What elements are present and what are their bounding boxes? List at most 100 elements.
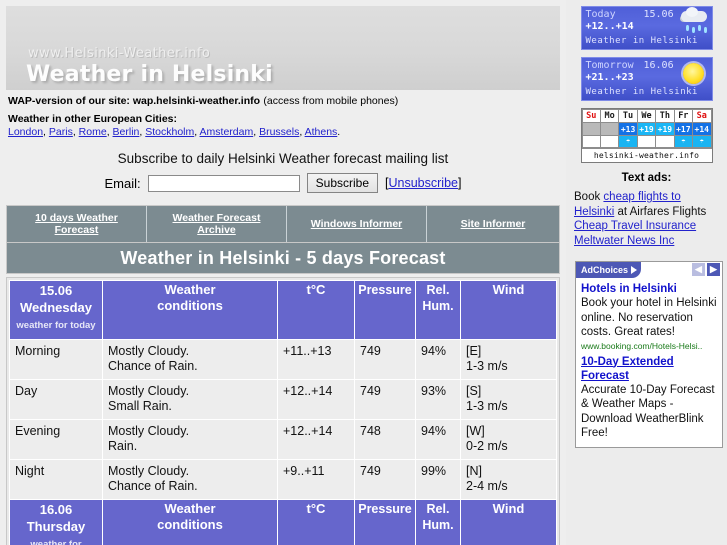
nav-tab-10-days-forecast[interactable]: 10 days Weather Forecast (7, 206, 147, 242)
row-temperature: +12..+14 (277, 419, 355, 460)
text-ad-link-meltwater[interactable]: Meltwater News Inc (574, 235, 674, 247)
city-links: London, Paris, Rome, Berlin, Stockholm, … (8, 126, 341, 138)
day-header-row: 16.06 Thursday weather for Weather condi… (9, 499, 557, 545)
row-period: Evening (9, 419, 103, 460)
col-conditions-line1: Weather (164, 282, 216, 297)
nav-tab-forecast-archive[interactable]: Weather Forecast Archive (147, 206, 287, 242)
informer-tomorrow[interactable]: Tomorrow 16.06 +21..+23 Weather in Helsi… (580, 57, 713, 101)
nav-tab-label[interactable]: Windows Informer (311, 218, 403, 230)
wap-label: WAP-version of our site: wap.helsinki-we… (8, 95, 261, 107)
ad-next-button[interactable]: ▶ (707, 263, 720, 276)
row-wind: [S] 1-3 m/s (460, 379, 557, 420)
nav-tab-site-informer[interactable]: Site Informer (427, 206, 559, 242)
day-weekday: Wednesday (19, 300, 92, 315)
wind-speed: 0-2 m/s (466, 439, 508, 453)
row-humidity: 99% (415, 459, 461, 500)
wind-direction: [N] (466, 464, 482, 478)
email-label: Email: (104, 175, 141, 191)
ad-title-forecast[interactable]: 10-Day Extended Forecast (581, 355, 717, 383)
table-row: Day Mostly Cloudy. Small Rain. +12..+14 … (9, 379, 557, 420)
rain-icon: ☂ (673, 135, 694, 148)
cond-line1: Mostly Cloudy. (108, 384, 190, 398)
col-hum-line1: Rel. (426, 283, 450, 297)
wap-note: (access from mobile phones) (263, 95, 399, 107)
site-banner: www.Helsinki-Weather.info Weather in Hel… (6, 6, 560, 90)
city-link-london[interactable]: London (8, 126, 43, 138)
informer-today[interactable]: Today 15.06 +12..+14 Weather in Helsinki (580, 6, 713, 50)
row-period: Day (9, 379, 103, 420)
col-header-pressure: Pressure (354, 499, 416, 545)
subscribe-button[interactable]: Subscribe (306, 173, 379, 193)
wind-speed: 2-4 m/s (466, 479, 508, 493)
ad-box: AdChoices ◀ ▶ Hotels in Helsinki Book yo… (575, 261, 723, 448)
day-date: 16.06 (39, 502, 73, 517)
row-wind: [E] 1-3 m/s (460, 339, 557, 380)
nav-bar: 10 days Weather Forecast Weather Forecas… (6, 205, 560, 243)
row-conditions: Mostly Cloudy. Small Rain. (102, 379, 278, 420)
row-humidity: 94% (415, 419, 461, 460)
wind-speed: 1-3 m/s (466, 359, 508, 373)
col-header-conditions: Weather conditions (102, 280, 278, 340)
cond-line2: Small Rain. (108, 399, 172, 413)
day-note: weather for today (16, 320, 96, 331)
col-header-humidity: Rel. Hum. (415, 280, 461, 340)
row-conditions: Mostly Cloudy. Chance of Rain. (102, 459, 278, 500)
col-hum-line2: Hum. (422, 299, 454, 313)
nav-tab-label[interactable]: 10 days Weather Forecast (13, 212, 140, 236)
sidebar: Today 15.06 +12..+14 Weather in Helsinki… (566, 0, 727, 545)
col-header-temperature: t°C (277, 280, 355, 340)
nav-tab-label[interactable]: Site Informer (461, 218, 526, 230)
calendar-dow: Fr (673, 109, 694, 123)
email-input[interactable] (147, 174, 300, 192)
col-header-wind: Wind (460, 499, 557, 545)
nav-tab-windows-informer[interactable]: Windows Informer (287, 206, 427, 242)
city-link-berlin[interactable]: Berlin (113, 126, 140, 138)
row-conditions: Mostly Cloudy. Rain. (102, 419, 278, 460)
table-row: Evening Mostly Cloudy. Rain. +12..+14 74… (9, 419, 557, 460)
wind-speed: 1-3 m/s (466, 399, 508, 413)
nav-tab-label[interactable]: Weather Forecast Archive (153, 212, 280, 236)
city-link-amsterdam[interactable]: Amsterdam (200, 126, 254, 138)
calendar-table: Su Mo Tu We Th Fr Sa +13 +19 +19 +17 +14… (581, 109, 712, 148)
informer-date: 16.06 (643, 60, 674, 71)
ad-box-body: Hotels in Helsinki Book your hotel in He… (576, 278, 722, 447)
calendar-dow: Su (581, 109, 601, 123)
adchoices-label: AdChoices (581, 265, 629, 275)
row-period: Morning (9, 339, 103, 380)
col-conditions-line2: conditions (157, 517, 223, 532)
other-cities-line: Weather in other European Cities: (8, 112, 558, 126)
unsubscribe-link[interactable]: Unsubscribe (389, 176, 458, 190)
bracket-close: ] (457, 176, 462, 190)
row-humidity: 94% (415, 339, 461, 380)
other-cities-label: Weather in other European Cities: (8, 112, 177, 125)
ad-title-hotels[interactable]: Hotels in Helsinki (581, 282, 717, 296)
city-link-rome[interactable]: Rome (79, 126, 107, 138)
calendar-temp-row: +13 +19 +19 +17 +14 (581, 122, 712, 136)
forecast-heading: Weather in Helsinki - 5 days Forecast (6, 243, 560, 274)
day-header-date-cell: 16.06 Thursday weather for (9, 499, 103, 545)
row-pressure: 748 (354, 419, 416, 460)
subscribe-form: Email: Subscribe [Unsubscribe] (0, 173, 566, 193)
row-temperature: +11..+13 (277, 339, 355, 380)
row-temperature: +12..+14 (277, 379, 355, 420)
calendar-informer[interactable]: Su Mo Tu We Th Fr Sa +13 +19 +19 +17 +14… (580, 108, 713, 163)
calendar-dow-row: Su Mo Tu We Th Fr Sa (581, 109, 712, 123)
city-link-athens[interactable]: Athens (305, 126, 338, 138)
ad-text-forecast: Accurate 10-Day Forecast & Weather Maps … (581, 383, 715, 440)
row-pressure: 749 (354, 339, 416, 380)
city-link-stockholm[interactable]: Stockholm (145, 126, 194, 138)
row-pressure: 749 (354, 459, 416, 500)
col-header-humidity: Rel. Hum. (415, 499, 461, 545)
text-ad-link-insurance[interactable]: Cheap Travel Insurance (574, 220, 696, 232)
cond-line1: Mostly Cloudy. (108, 344, 190, 358)
ad-prev-button[interactable]: ◀ (692, 263, 705, 276)
rain-icon: ☂ (692, 135, 712, 148)
informer-date: 15.06 (643, 9, 674, 20)
calendar-icon-empty (599, 135, 620, 148)
nav-tabs: 10 days Weather Forecast Weather Forecas… (7, 206, 559, 242)
city-link-paris[interactable]: Paris (49, 126, 73, 138)
calendar-temp-empty (599, 122, 620, 136)
city-link-brussels[interactable]: Brussels (259, 126, 299, 138)
informer-temp: +12..+14 (585, 21, 634, 32)
adchoices-badge[interactable]: AdChoices (576, 262, 642, 278)
